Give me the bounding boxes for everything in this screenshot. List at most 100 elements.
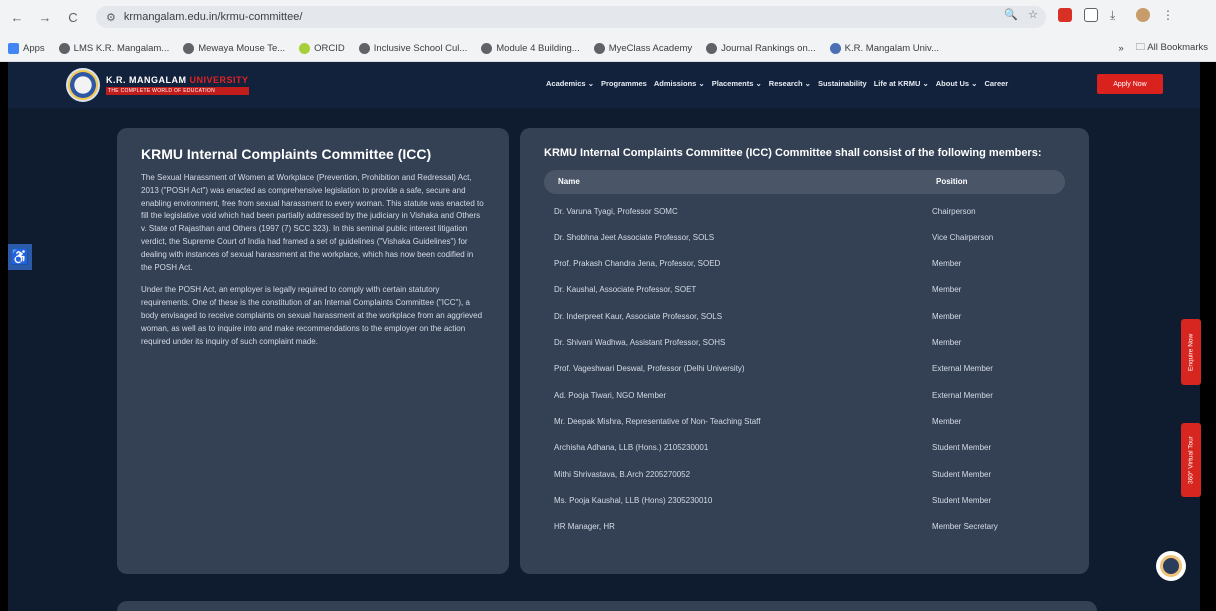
logo-wordmark: K.R. MANGALAM UNIVERSITY bbox=[106, 75, 249, 85]
table-row: Dr. Shivani Wadhwa, Assistant Professor,… bbox=[544, 329, 1065, 355]
member-position: Member Secretary bbox=[932, 522, 998, 532]
member-name: Dr. Varuna Tyagi, Professor SOMC bbox=[554, 206, 678, 216]
bookmark-item[interactable]: Mewaya Mouse Te... bbox=[183, 42, 285, 54]
nav-research[interactable]: Research ⌄ bbox=[769, 79, 811, 88]
table-row: Dr. Kaushal, Associate Professor, SOET Me… bbox=[544, 277, 1065, 303]
member-name: Dr. Shivani Wadhwa, Assistant Professor,… bbox=[554, 338, 726, 348]
main-nav: Academics ⌄ Programmes Admissions ⌄ Plac… bbox=[546, 79, 1008, 88]
page-content: K.R. MANGALAM UNIVERSITY THE COMPLETE WO… bbox=[0, 62, 1216, 611]
reload-icon[interactable]: C bbox=[62, 6, 84, 28]
member-name: Mr. Deepak Mishra, Representative of Non… bbox=[554, 416, 761, 426]
globe-icon bbox=[358, 42, 370, 54]
table-row: Archisha Adhana, LLB (Hons.) 2105230001 S… bbox=[544, 435, 1065, 461]
member-name: Mithi Shrivastava, B.Arch 2205270052 bbox=[554, 469, 691, 479]
right-edge bbox=[1200, 62, 1216, 611]
nav-career[interactable]: Career bbox=[984, 79, 1008, 88]
member-position: Student Member bbox=[932, 495, 992, 505]
member-name: Dr. Inderpreet Kaur, Associate Professor… bbox=[554, 311, 723, 321]
members-table-header: Name Position bbox=[544, 169, 1065, 194]
bookmark-item[interactable]: Apps bbox=[8, 42, 45, 54]
member-position: Member bbox=[932, 416, 962, 426]
address-bar[interactable]: ⚙ krmangalam.edu.in/krmu-committee/ 🔍 ☆ bbox=[96, 6, 1046, 28]
table-row: HR Manager, HR Member Secretary bbox=[544, 514, 1065, 540]
nav-programmes[interactable]: Programmes bbox=[601, 79, 647, 88]
globe-icon bbox=[183, 42, 195, 54]
member-name: Prof. Vageshwari Deswal, Professor (Delh… bbox=[554, 364, 745, 374]
table-row: Dr. Shobhna Jeet Associate Professor, SO… bbox=[544, 224, 1065, 250]
bookmark-item[interactable]: LMS K.R. Mangalam... bbox=[58, 42, 169, 54]
apply-now-button[interactable]: Apply Now bbox=[1097, 74, 1163, 94]
member-name: Dr. Kaushal, Associate Professor, SOET bbox=[554, 285, 697, 295]
table-row: Dr. Inderpreet Kaur, Associate Professor… bbox=[544, 303, 1065, 329]
members-title: KRMU Internal Complaints Committee (ICC)… bbox=[544, 147, 1042, 159]
extension-icons: ⤓ ⋮ bbox=[1058, 8, 1176, 22]
member-name: Ms. Pooja Kaushal, LLB (Hons) 2305230010 bbox=[554, 495, 713, 505]
member-position: Vice Chairperson bbox=[932, 232, 994, 242]
bookmark-item[interactable]: ORCID bbox=[299, 42, 345, 54]
zoom-search-icon[interactable]: 🔍 bbox=[1004, 8, 1018, 21]
intro-title: KRMU Internal Complaints Committee (ICC) bbox=[141, 146, 432, 162]
table-row: Mithi Shrivastava, B.Arch 2205270052 Stud… bbox=[544, 461, 1065, 487]
bookmark-item[interactable]: Module 4 Building... bbox=[481, 42, 580, 54]
table-row: Ad. Pooja Tiwari, NGO Member External Mem… bbox=[544, 382, 1065, 408]
member-position: Member bbox=[932, 285, 962, 295]
icc-members-card: KRMU Internal Complaints Committee (ICC)… bbox=[520, 128, 1089, 574]
bookmark-star-icon[interactable]: ☆ bbox=[1028, 8, 1038, 21]
column-header-name: Name bbox=[558, 177, 580, 187]
member-name: HR Manager, HR bbox=[554, 522, 615, 532]
column-header-position: Position bbox=[936, 177, 968, 187]
university-logo[interactable]: K.R. MANGALAM UNIVERSITY THE COMPLETE WO… bbox=[66, 68, 249, 102]
nav-academics[interactable]: Academics ⌄ bbox=[546, 79, 594, 88]
nav-life-at-krmu[interactable]: Life at KRMU ⌄ bbox=[874, 79, 929, 88]
enquire-now-tab[interactable]: Enquire Now bbox=[1181, 319, 1201, 385]
back-icon[interactable]: ← bbox=[6, 6, 28, 28]
logo-tagline: THE COMPLETE WORLD OF EDUCATION bbox=[106, 87, 249, 95]
table-row: Dr. Varuna Tyagi, Professor SOMC Chairper… bbox=[544, 198, 1065, 224]
globe-icon bbox=[593, 42, 605, 54]
nav-admissions[interactable]: Admissions ⌄ bbox=[654, 79, 705, 88]
menu-kebab-icon[interactable]: ⋮ bbox=[1162, 8, 1176, 22]
extension-red-icon[interactable] bbox=[1058, 8, 1072, 22]
bookmark-item[interactable]: MyeClass Academy bbox=[593, 42, 692, 54]
tune-icon[interactable]: ⚙ bbox=[106, 11, 116, 24]
chat-avatar-icon[interactable] bbox=[1156, 551, 1186, 581]
orcid-icon bbox=[299, 42, 311, 54]
member-name: Archisha Adhana, LLB (Hons.) 2105230001 bbox=[554, 443, 709, 453]
nav-placements[interactable]: Placements ⌄ bbox=[712, 79, 762, 88]
accessibility-icon[interactable]: ♿ bbox=[8, 244, 32, 270]
nav-about-us[interactable]: About Us ⌄ bbox=[936, 79, 978, 88]
icc-intro-card: KRMU Internal Complaints Committee (ICC)… bbox=[117, 128, 509, 574]
globe-icon bbox=[58, 42, 70, 54]
virtual-tour-tab[interactable]: 360° Virtual Tour bbox=[1181, 423, 1201, 497]
member-position: External Member bbox=[932, 364, 993, 374]
emblem-icon bbox=[66, 68, 100, 102]
member-position: External Member bbox=[932, 390, 993, 400]
member-position: Student Member bbox=[932, 469, 992, 479]
bookmark-item[interactable]: Journal Rankings on... bbox=[706, 42, 816, 54]
download-icon[interactable]: ⤓ bbox=[1110, 8, 1124, 22]
member-name: Prof. Prakash Chandra Jena, Professor, S… bbox=[554, 259, 721, 269]
bookmark-item[interactable]: Inclusive School Cul... bbox=[358, 42, 467, 54]
member-name: Dr. Shobhna Jeet Associate Professor, SO… bbox=[554, 232, 715, 242]
next-section-card bbox=[117, 601, 1097, 611]
nav-sustainability[interactable]: Sustainability bbox=[818, 79, 867, 88]
left-edge bbox=[0, 62, 8, 611]
table-row: Prof. Prakash Chandra Jena, Professor, S… bbox=[544, 251, 1065, 277]
forward-icon[interactable]: → bbox=[34, 6, 56, 28]
site-header: K.R. MANGALAM UNIVERSITY THE COMPLETE WO… bbox=[8, 62, 1200, 108]
bookmark-item[interactable]: K.R. Mangalam Univ... bbox=[829, 42, 939, 54]
chevron-right-icon[interactable]: » bbox=[1118, 43, 1123, 54]
table-row: Ms. Pooja Kaushal, LLB (Hons) 2305230010… bbox=[544, 487, 1065, 513]
globe-icon bbox=[481, 42, 493, 54]
intro-paragraph: Under the POSH Act, an employer is legal… bbox=[141, 285, 483, 346]
url-text: krmangalam.edu.in/krmu-committee/ bbox=[123, 11, 303, 23]
extensions-puzzle-icon[interactable] bbox=[1084, 8, 1098, 22]
all-bookmarks[interactable]: 🗀 All Bookmarks bbox=[1136, 40, 1208, 56]
profile-avatar-icon[interactable] bbox=[1136, 8, 1150, 22]
intro-paragraph: The Sexual Harassment of Women at Workpl… bbox=[141, 173, 484, 272]
table-row: Prof. Vageshwari Deswal, Professor (Delh… bbox=[544, 356, 1065, 382]
address-row: ← → C ⚙ krmangalam.edu.in/krmu-committee… bbox=[0, 0, 1216, 34]
member-name: Ad. Pooja Tiwari, NGO Member bbox=[554, 390, 667, 400]
member-position: Chairperson bbox=[932, 206, 976, 216]
member-position: Member bbox=[932, 311, 962, 321]
